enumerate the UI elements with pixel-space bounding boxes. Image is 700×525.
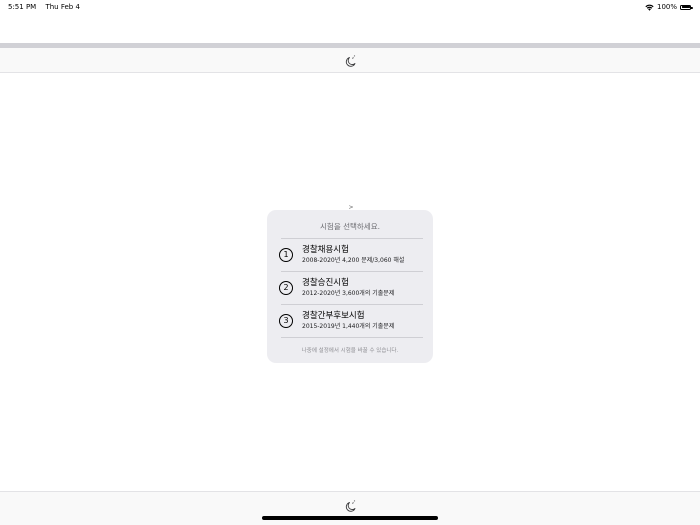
- status-time: 5:51 PM: [8, 3, 37, 11]
- exam-option-recruitment[interactable]: 1 경찰채용시험 2008-2020년 4,200 문제/3,060 해설: [277, 239, 423, 271]
- number-2-circle-icon: 2: [279, 281, 293, 295]
- status-bar: 5:51 PM Thu Feb 4 100%: [0, 0, 700, 14]
- option-subtitle: 2008-2020년 4,200 문제/3,060 해설: [302, 257, 405, 264]
- number-3-circle-icon: 3: [279, 314, 293, 328]
- popover-title: 시험을 선택하세요.: [320, 222, 380, 231]
- top-toolbar: z z: [0, 48, 700, 73]
- status-right: 100%: [645, 0, 693, 14]
- sleep-mode-button[interactable]: z z: [340, 50, 360, 70]
- number-1-circle-icon: 1: [279, 248, 293, 262]
- option-title: 경찰승진시험: [302, 278, 349, 288]
- divider: [281, 337, 423, 338]
- option-subtitle: 2015-2019년 1,440개의 기출문제: [302, 323, 395, 330]
- option-text: 경찰채용시험 2008-2020년 4,200 문제/3,060 해설: [302, 245, 404, 265]
- status-left: 5:51 PM Thu Feb 4: [8, 0, 87, 14]
- exam-option-promotion[interactable]: 2 경찰승진시험 2012-2020년 3,600개의 기출문제: [277, 272, 423, 304]
- sleep-mode-button-bottom[interactable]: z z: [340, 495, 360, 515]
- option-text: 경찰승진시험 2012-2020년 3,600개의 기출문제: [302, 278, 394, 298]
- exam-option-cadet[interactable]: 3 경찰간부후보시험 2015-2019년 1,440개의 기출문제: [277, 305, 423, 337]
- svg-text:z: z: [353, 498, 355, 502]
- moon-zzz-icon: z z: [345, 498, 355, 512]
- option-subtitle: 2012-2020년 3,600개의 기출문제: [302, 290, 395, 297]
- popover-footer: 나중에 설정에서 시험을 바꿀 수 있습니다.: [301, 348, 399, 354]
- battery-percent: 100%: [656, 3, 677, 11]
- exam-select-popover: 시험을 선택하세요. 1 경찰채용시험 2008-2020년 4,200 문제/…: [267, 210, 433, 363]
- battery-level: [681, 6, 690, 8]
- moon-zzz-icon: z z: [345, 53, 355, 67]
- svg-text:z: z: [353, 53, 355, 57]
- option-title: 경찰채용시험: [302, 245, 349, 255]
- home-indicator[interactable]: [262, 516, 438, 520]
- wifi-icon: [645, 4, 654, 11]
- battery-icon: [680, 4, 693, 10]
- option-title: 경찰간부후보시험: [302, 311, 365, 321]
- status-date: Thu Feb 4: [45, 3, 80, 11]
- app-screen: 5:51 PM Thu Feb 4 100% z z > 시험을 선택하세요. …: [0, 0, 700, 525]
- option-text: 경찰간부후보시험 2015-2019년 1,440개의 기출문제: [302, 311, 394, 331]
